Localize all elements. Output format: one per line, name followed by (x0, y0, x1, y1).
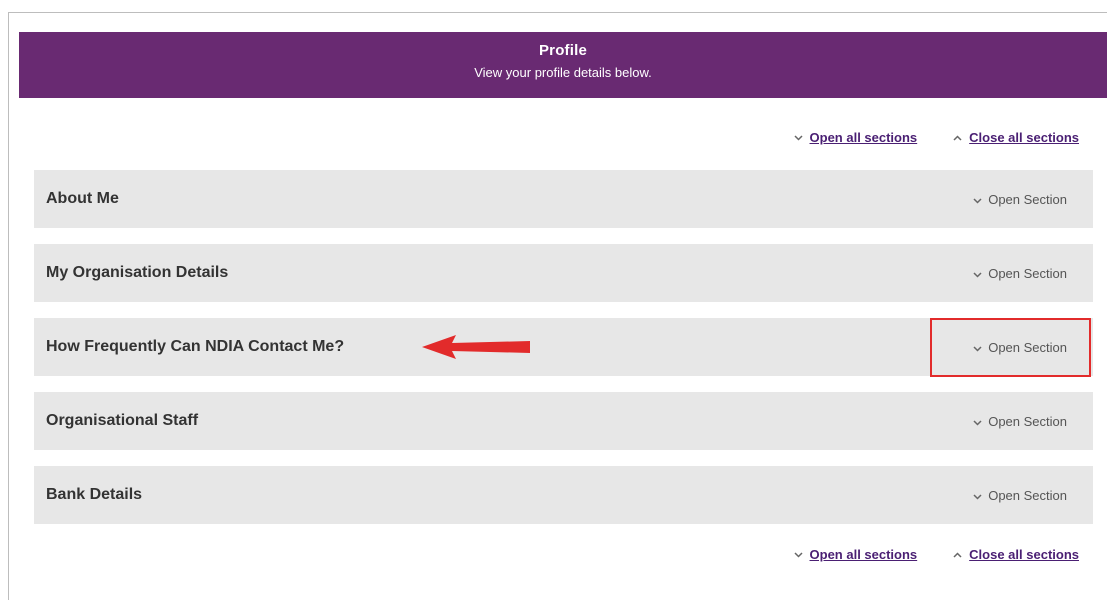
chevron-down-icon (973, 266, 982, 281)
section-organisational-staff[interactable]: Organisational Staff Open Section (34, 392, 1093, 450)
chevron-down-icon (973, 488, 982, 503)
section-contact-frequency[interactable]: How Frequently Can NDIA Contact Me? Open… (34, 318, 1093, 376)
open-section-button[interactable]: Open Section (973, 340, 1067, 355)
open-all-sections-link[interactable]: Open all sections (793, 547, 918, 562)
open-section-button[interactable]: Open Section (973, 266, 1067, 281)
open-section-label: Open Section (988, 191, 1067, 207)
page-title: Profile (538, 42, 588, 59)
section-bank-details[interactable]: Bank Details Open Section (34, 466, 1093, 524)
section-controls-bottom: Open all sections Close all sections (793, 547, 1079, 562)
open-section-label: Open Section (988, 487, 1067, 503)
chevron-down-icon (973, 414, 982, 429)
close-all-sections-link[interactable]: Close all sections (953, 547, 1079, 562)
arrow-left-icon (422, 334, 532, 365)
chevron-up-icon (953, 551, 962, 558)
open-section-button[interactable]: Open Section (973, 488, 1067, 503)
section-title: Bank Details (46, 486, 143, 503)
chevron-down-icon (793, 134, 803, 141)
open-section-button[interactable]: Open Section (973, 414, 1067, 429)
section-title: Organisational Staff (46, 412, 199, 429)
open-all-label[interactable]: Open all sections (810, 547, 918, 562)
section-my-organisation-details[interactable]: My Organisation Details Open Section (34, 244, 1093, 302)
section-title: About Me (46, 190, 119, 207)
section-controls-top: Open all sections Close all sections (793, 130, 1079, 145)
profile-banner: Profile View your profile details below. (19, 32, 1107, 98)
close-all-label[interactable]: Close all sections (969, 130, 1079, 145)
section-about-me[interactable]: About Me Open Section (34, 170, 1093, 228)
open-section-button[interactable]: Open Section (973, 192, 1067, 207)
open-section-label: Open Section (988, 339, 1067, 355)
chevron-down-icon (793, 551, 803, 558)
chevron-down-icon (973, 192, 982, 207)
section-title: How Frequently Can NDIA Contact Me? (46, 338, 345, 355)
chevron-up-icon (953, 134, 962, 141)
section-title: My Organisation Details (46, 264, 229, 281)
close-all-sections-link[interactable]: Close all sections (953, 130, 1079, 145)
open-all-label[interactable]: Open all sections (810, 130, 918, 145)
chevron-down-icon (973, 340, 982, 355)
open-all-sections-link[interactable]: Open all sections (793, 130, 918, 145)
page-subtitle: View your profile details below. (474, 65, 652, 80)
open-section-label: Open Section (988, 265, 1067, 281)
open-section-label: Open Section (988, 413, 1067, 429)
close-all-label[interactable]: Close all sections (969, 547, 1079, 562)
